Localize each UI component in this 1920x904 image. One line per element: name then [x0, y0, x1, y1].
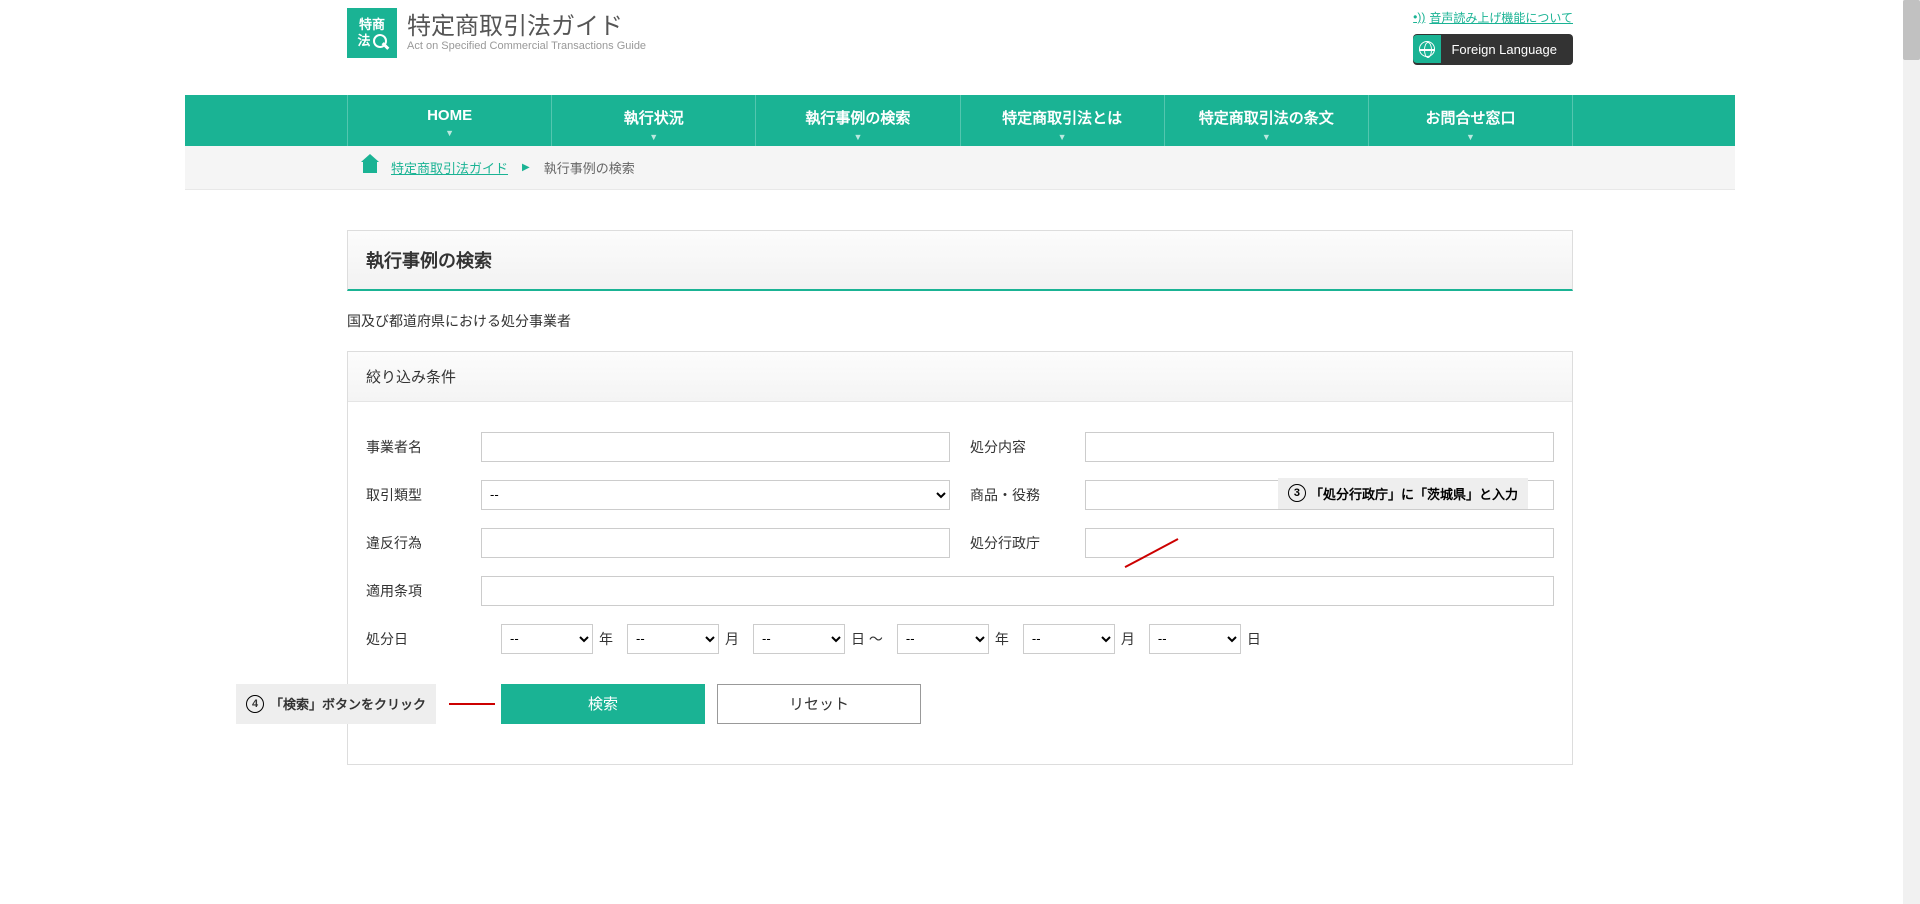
nav-status[interactable]: 執行状況▼ [552, 95, 756, 146]
nav-home[interactable]: HOME▼ [347, 95, 552, 146]
tx-type-select[interactable]: -- [481, 480, 950, 510]
reset-button[interactable]: リセット [717, 684, 921, 724]
page-subheading: 国及び都道府県における処分事業者 [347, 311, 1573, 331]
page-title: 執行事例の検索 [347, 230, 1573, 291]
search-button[interactable]: 検索 [501, 684, 705, 724]
breadcrumb-arrow-icon: ▶ [522, 162, 530, 173]
annotation-4-line [449, 703, 495, 705]
label-date: 処分日 [366, 629, 481, 649]
chevron-down-icon: ▼ [1165, 132, 1368, 142]
foreign-language-button[interactable]: Foreign Language [1413, 34, 1573, 65]
voice-read-link[interactable]: •)) 音声読み上げ機能について [1413, 9, 1573, 26]
clause-input[interactable] [481, 576, 1554, 606]
date-from-month[interactable]: -- [627, 624, 719, 654]
label-goods: 商品・役務 [970, 485, 1085, 505]
logo-mark: 特商 法 [347, 8, 397, 58]
chevron-down-icon: ▼ [756, 132, 959, 142]
chevron-down-icon: ▼ [1369, 132, 1572, 142]
nav-about-law[interactable]: 特定商取引法とは▼ [961, 95, 1165, 146]
label-violation: 違反行為 [366, 533, 481, 553]
home-icon [363, 161, 377, 173]
content-input[interactable] [1085, 432, 1554, 462]
breadcrumb-current: 執行事例の検索 [544, 158, 635, 177]
annotation-4: 4 「検索」ボタンをクリック [236, 684, 436, 724]
authority-input[interactable] [1085, 528, 1554, 558]
label-content: 処分内容 [970, 437, 1085, 457]
label-clause: 適用条項 [366, 581, 481, 601]
nav-law-text[interactable]: 特定商取引法の条文▼ [1165, 95, 1369, 146]
chevron-down-icon: ▼ [552, 132, 755, 142]
date-from-year[interactable]: -- [501, 624, 593, 654]
breadcrumb: 特定商取引法ガイド ▶ 執行事例の検索 [347, 146, 1573, 189]
nav-contact[interactable]: お問合せ窓口▼ [1369, 95, 1573, 146]
label-authority: 処分行政庁 [970, 533, 1085, 553]
date-to-year[interactable]: -- [897, 624, 989, 654]
date-to-month[interactable]: -- [1023, 624, 1115, 654]
site-title: 特定商取引法ガイド [407, 14, 646, 40]
breadcrumb-home-link[interactable]: 特定商取引法ガイド [391, 158, 508, 177]
site-logo[interactable]: 特商 法 特定商取引法ガイド Act on Specified Commerci… [347, 8, 646, 58]
chevron-down-icon: ▼ [961, 132, 1164, 142]
filter-panel: 絞り込み条件 事業者名 処分内容 取引類型 [347, 351, 1573, 765]
label-tx-type: 取引類型 [366, 485, 481, 505]
site-subtitle: Act on Specified Commercial Transactions… [407, 40, 646, 52]
scrollbar[interactable] [1903, 0, 1920, 904]
operator-input[interactable] [481, 432, 950, 462]
annotation-3: 3 「処分行政庁」に「茨城県」と入力 [1278, 478, 1528, 509]
chevron-down-icon: ▼ [348, 128, 551, 138]
globe-icon [1413, 35, 1441, 63]
filter-panel-title: 絞り込み条件 [348, 352, 1572, 402]
label-operator: 事業者名 [366, 437, 481, 457]
date-to-day[interactable]: -- [1149, 624, 1241, 654]
sound-icon: •)) [1413, 10, 1425, 24]
date-from-day[interactable]: -- [753, 624, 845, 654]
violation-input[interactable] [481, 528, 950, 558]
nav-case-search[interactable]: 執行事例の検索▼ [756, 95, 960, 146]
